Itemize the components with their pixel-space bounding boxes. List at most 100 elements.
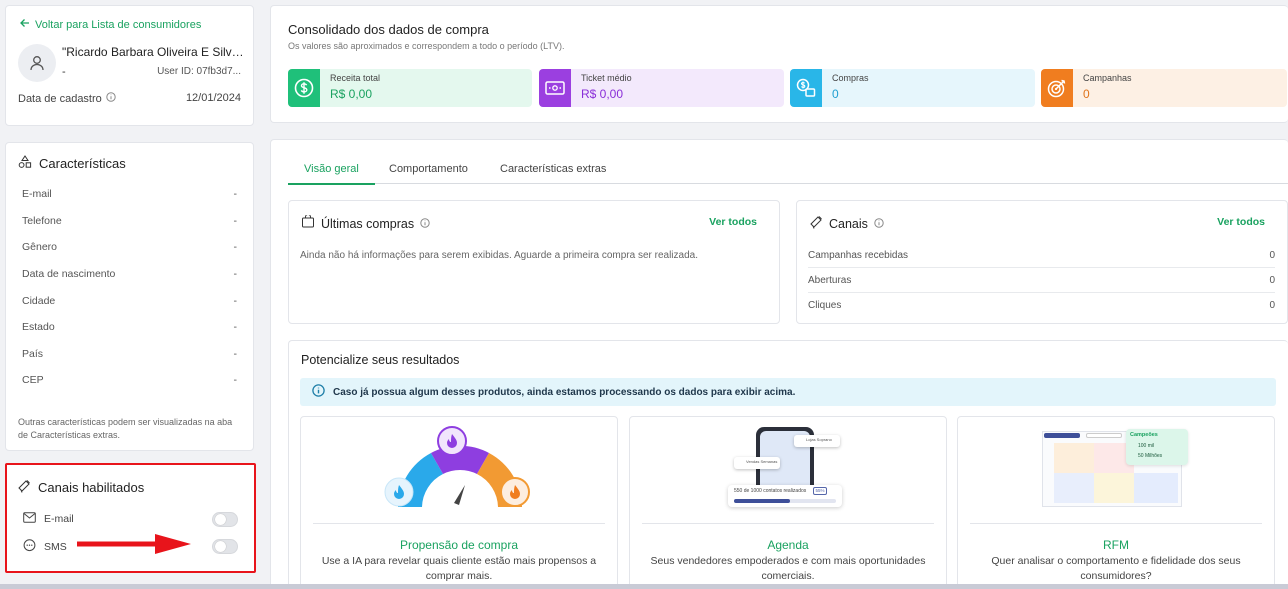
profile-card: Voltar para Lista de consumidores "Ricar…	[5, 5, 254, 126]
boost-title: Potencialize seus resultados	[301, 353, 460, 367]
channel-email-row: E-mail	[23, 512, 238, 526]
rfm-stat: 50 Milhões	[1138, 453, 1163, 459]
agenda-progress-badge: 55%	[813, 487, 827, 495]
product-title: Propensão de compra	[399, 538, 519, 552]
horizontal-scrollbar[interactable]	[0, 584, 1288, 589]
channel-stat-value: 0	[1269, 249, 1275, 261]
main-card: Visão geral Comportamento Característica…	[270, 139, 1288, 589]
last-purchases-title-text: Últimas compras	[321, 216, 415, 231]
char-row-zip: CEP -	[22, 374, 237, 386]
char-label: Gênero	[22, 241, 58, 253]
characteristics-title-text: Características	[39, 156, 126, 171]
chat-bubble-icon	[23, 539, 36, 555]
characteristics-title: Características	[18, 155, 126, 172]
kpi-value: 0	[832, 87, 839, 101]
megaphone-icon	[809, 215, 823, 232]
tab-behavior[interactable]: Comportamento	[389, 163, 468, 175]
kpi-purchases: Compras 0	[790, 69, 1035, 107]
propensity-gauge-illustration	[301, 417, 617, 525]
char-row-email: E-mail -	[22, 188, 237, 200]
channel-stat-value: 0	[1269, 300, 1275, 311]
agenda-chip: Lojas Soprano	[794, 435, 840, 447]
last-purchases-card: Últimas compras Ver todos Ainda não há i…	[288, 200, 780, 324]
last-purchases-title: Últimas compras	[301, 214, 430, 232]
avatar	[18, 44, 56, 82]
registration-date: 12/01/2024	[185, 92, 241, 104]
kpi-value: 0	[1083, 87, 1090, 101]
agenda-chip: Vendas Semanas	[734, 457, 780, 469]
tab-overview[interactable]: Visão geral	[288, 163, 375, 185]
char-row-city: Cidade -	[22, 295, 237, 307]
shapes-icon	[18, 155, 32, 172]
channel-email-label: E-mail	[44, 513, 74, 525]
info-banner: Caso já possua algum desses produtos, ai…	[300, 378, 1276, 406]
tab-bar: Visão geral Comportamento Característica…	[288, 161, 1288, 185]
info-circle-icon	[312, 384, 325, 400]
char-label: Cidade	[22, 295, 56, 307]
kpi-label: Compras	[832, 73, 869, 83]
consolidated-subtitle: Os valores são aproximados e corresponde…	[288, 41, 565, 51]
char-label: País	[22, 348, 44, 360]
cart-icon	[301, 214, 315, 232]
kpi-value: R$ 0,00	[581, 87, 624, 101]
char-label: E-mail	[22, 188, 52, 200]
product-title: Agenda	[767, 538, 809, 552]
divider	[642, 523, 934, 524]
characteristics-note: Outras características podem ser visuali…	[18, 417, 233, 440]
consumer-name: "Ricardo Barbara Oliveira E Silva...	[62, 45, 247, 59]
kpi-label: Receita total	[330, 73, 381, 83]
product-card-agenda[interactable]: Lojas Soprano Vendas Semanas 550 de 1000…	[629, 416, 947, 589]
char-row-gender: Gênero -	[22, 241, 237, 253]
kpi-total-revenue: Receita total R$ 0,00	[288, 69, 532, 107]
back-link-label: Voltar para Lista de consumidores	[35, 18, 202, 31]
enabled-channels-title-text: Canais habilitados	[38, 480, 145, 495]
info-icon[interactable]	[874, 217, 884, 231]
arrow-left-icon	[20, 18, 30, 31]
megaphone-icon	[17, 479, 31, 496]
char-row-phone: Telefone -	[22, 215, 237, 227]
product-card-propensity[interactable]: Propensão de compra Use a IA para revela…	[300, 416, 618, 589]
channel-stat-label: Campanhas recebidas	[808, 249, 909, 261]
info-icon[interactable]	[106, 92, 116, 105]
consolidated-card: Consolidado dos dados de compra Os valor…	[270, 5, 1288, 123]
info-banner-text: Caso já possua algum desses produtos, ai…	[333, 386, 796, 398]
product-card-rfm[interactable]: Campeões 100 mil 50 Milhões RFM Quer ana…	[957, 416, 1275, 589]
user-icon	[30, 56, 44, 71]
dollar-icon	[288, 69, 320, 107]
rfm-card-title: Campeões	[1130, 432, 1158, 438]
last-purchases-see-all[interactable]: Ver todos	[709, 216, 757, 228]
product-description: Seus vendedores empoderados e com mais o…	[650, 555, 926, 582]
back-link[interactable]: Voltar para Lista de consumidores	[20, 18, 201, 31]
info-icon[interactable]	[420, 217, 430, 231]
consolidated-title: Consolidado dos dados de compra	[288, 22, 489, 37]
char-label: Data de nascimento	[22, 268, 116, 280]
char-value: -	[233, 374, 238, 386]
email-toggle[interactable]	[212, 512, 238, 527]
channels-see-all[interactable]: Ver todos	[1217, 216, 1265, 228]
channels-card: Canais Ver todos Campanhas recebidas 0 Ab…	[796, 200, 1288, 324]
kpi-value: R$ 0,00	[330, 87, 373, 101]
ticket-icon	[539, 69, 571, 107]
agenda-phone-illustration: Lojas Soprano Vendas Semanas 550 de 1000…	[630, 417, 946, 525]
last-purchases-empty-message: Ainda não há informações para serem exib…	[300, 250, 698, 261]
user-id: User ID: 07fb3d7...	[157, 66, 241, 77]
divider	[313, 523, 605, 524]
channel-stat-label: Aberturas	[808, 274, 852, 286]
agenda-progress-fill	[734, 499, 791, 503]
rfm-stat: 100 mil	[1138, 443, 1155, 449]
enabled-channels-card: Canais habilitados E-mail SMS	[5, 463, 256, 573]
product-title: RFM	[1103, 538, 1129, 552]
kpi-campaigns: Campanhas 0	[1041, 69, 1287, 107]
rfm-grid-illustration: Campeões 100 mil 50 Milhões	[958, 417, 1274, 525]
sms-toggle[interactable]	[212, 539, 238, 554]
consumer-subtitle: -	[62, 66, 66, 78]
envelope-icon	[23, 512, 36, 526]
tab-extra-characteristics[interactable]: Características extras	[500, 163, 606, 175]
char-row-country: País -	[22, 348, 237, 360]
product-description: Use a IA para revelar quais cliente estã…	[321, 555, 597, 582]
registration-label-text: Data de cadastro	[18, 92, 102, 105]
red-arrow-annotation	[77, 534, 191, 554]
char-value: -	[233, 268, 238, 280]
divider	[970, 523, 1262, 524]
channel-stat-row: Campanhas recebidas 0	[808, 243, 1275, 268]
